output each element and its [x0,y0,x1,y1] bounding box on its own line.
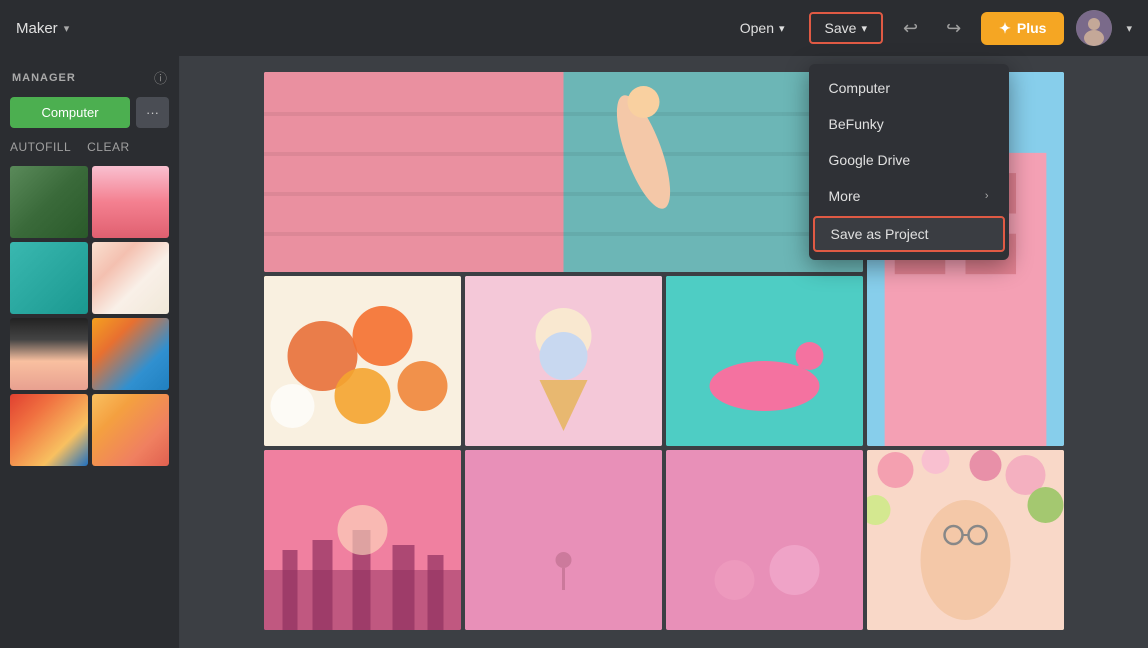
save-more-item[interactable]: More › [809,178,1009,214]
save-computer-item[interactable]: Computer [809,70,1009,106]
user-avatar[interactable] [1076,10,1112,46]
collage-image-1 [264,72,863,272]
avatar-chevron-icon[interactable]: ▾ [1126,22,1132,35]
avatar-image [1076,10,1112,46]
top-navigation: Maker ▾ Open ▾ Save ▾ Computer BeFunky G… [0,0,1148,56]
maker-label: Maker [16,20,58,37]
save-button[interactable]: Save ▾ [809,12,883,44]
collage-cell-9[interactable] [867,450,1064,630]
sidebar-thumbnails [10,166,169,466]
collage-image-7 [465,450,662,630]
thumb-1[interactable] [10,166,88,238]
autofill-link[interactable]: AUTOFILL [10,140,71,154]
thumb-row-1 [10,166,169,238]
collage-image-6 [264,450,461,630]
thumb-3[interactable] [10,242,88,314]
thumb-4[interactable] [92,242,170,314]
collage-cell-3[interactable] [264,276,461,446]
thumb-row-3 [10,318,169,390]
collage-cell-8[interactable] [666,450,863,630]
sidebar-more-button[interactable]: ··· [136,97,169,128]
more-chevron-icon: › [985,190,989,202]
sidebar: MANAGER ⓘ Computer ··· AUTOFILL CLEAR [0,56,180,648]
undo-button[interactable]: ↩ [895,14,926,43]
collage-image-5 [666,276,863,446]
sidebar-actions: AUTOFILL CLEAR [10,138,169,156]
collage-cell-1[interactable] [264,72,863,272]
redo-button[interactable]: ↪ [938,14,969,43]
sidebar-btn-row: Computer ··· [10,97,169,128]
thumb-6[interactable] [92,318,170,390]
save-befunky-item[interactable]: BeFunky [809,106,1009,142]
sidebar-header: MANAGER ⓘ [10,68,169,87]
collage-image-3 [264,276,461,446]
thumb-2[interactable] [92,166,170,238]
collage-cell-4[interactable] [465,276,662,446]
collage-image-4 [465,276,662,446]
save-wrapper: Save ▾ Computer BeFunky Google Drive Mor… [809,12,883,44]
collage-image-8 [666,450,863,630]
save-googledrive-item[interactable]: Google Drive [809,142,1009,178]
collage-cell-5[interactable] [666,276,863,446]
save-as-project-item[interactable]: Save as Project [813,216,1005,252]
collage-image-9 [867,450,1064,630]
plus-star-icon: ✦ [999,20,1011,37]
manager-label: MANAGER [12,72,76,84]
collage-cell-6[interactable] [264,450,461,630]
thumb-row-4 [10,394,169,466]
thumb-8[interactable] [92,394,170,466]
plus-button[interactable]: ✦ Plus [981,12,1064,45]
computer-button[interactable]: Computer [10,97,130,128]
save-chevron-icon: ▾ [861,22,867,35]
clear-link[interactable]: CLEAR [87,140,130,154]
maker-chevron-icon: ▾ [64,22,70,35]
thumb-row-2 [10,242,169,314]
info-icon[interactable]: ⓘ [154,68,167,87]
open-button[interactable]: Open ▾ [728,14,797,42]
save-dropdown: Computer BeFunky Google Drive More › Sav… [809,64,1009,260]
thumb-5[interactable] [10,318,88,390]
maker-menu[interactable]: Maker ▾ [16,20,69,37]
open-chevron-icon: ▾ [779,22,785,35]
thumb-7[interactable] [10,394,88,466]
collage-cell-7[interactable] [465,450,662,630]
